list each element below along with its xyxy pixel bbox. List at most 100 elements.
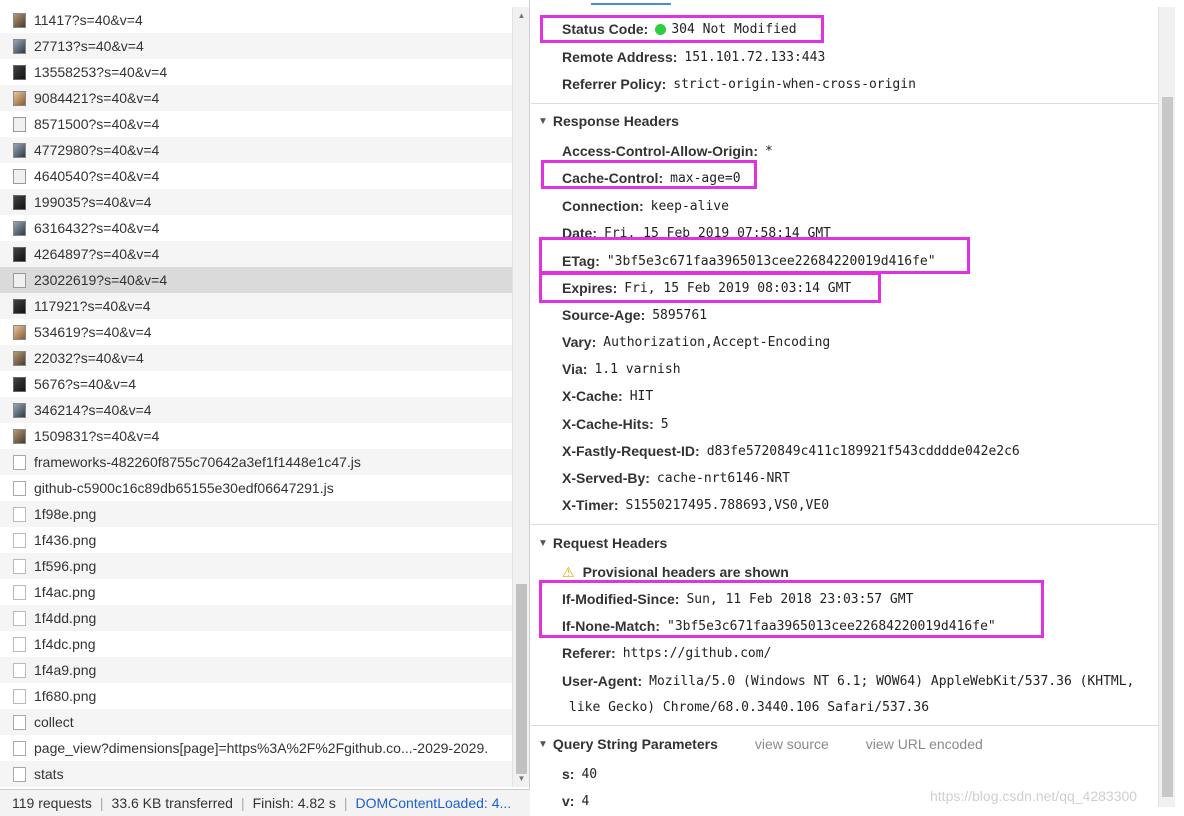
- request-row[interactable]: 8571500?s=40&v=4: [0, 111, 512, 137]
- divider: |: [99, 795, 104, 811]
- response-header-row: Access-Control-Allow-Origin: *: [562, 141, 773, 161]
- request-header-row: User-Agent: Mozilla/5.0 (Windows NT 6.1; …: [562, 671, 1134, 691]
- request-row[interactable]: 22032?s=40&v=4: [0, 345, 512, 371]
- scroll-down-icon[interactable]: ▼: [513, 770, 530, 787]
- request-row[interactable]: stats: [0, 761, 512, 787]
- request-row[interactable]: 1f4dc.png: [0, 631, 512, 657]
- request-row[interactable]: frameworks-482260f8755c70642a3ef1f1448e1…: [0, 449, 512, 475]
- request-row[interactable]: page_view?dimensions[page]=https%3A%2F%2…: [0, 735, 512, 761]
- avatar-icon: [13, 298, 26, 314]
- param-key: v:: [562, 793, 575, 809]
- scroll-up-icon[interactable]: ▲: [513, 7, 530, 24]
- blank-file-icon: [13, 714, 26, 730]
- header-value: *: [765, 143, 773, 159]
- divider: [531, 103, 1158, 104]
- request-row[interactable]: 23022619?s=40&v=4: [0, 267, 512, 293]
- response-header-row: X-Timer: S1550217495.788693,VS0,VE0: [562, 495, 829, 515]
- request-row[interactable]: collect: [0, 709, 512, 735]
- request-list: 11417?s=40&v=4 27713?s=40&v=4 13558253?s=4…: [0, 7, 512, 787]
- request-row[interactable]: 6316432?s=40&v=4: [0, 215, 512, 241]
- remote-address-row: Remote Address: 151.101.72.133:443: [562, 47, 825, 67]
- request-row[interactable]: 534619?s=40&v=4: [0, 319, 512, 345]
- status-code-key: Status Code:: [562, 21, 649, 37]
- emoji-image-icon: [13, 532, 26, 548]
- request-name: 1f436.png: [34, 532, 97, 548]
- response-headers-section-toggle[interactable]: ▼ Response Headers: [538, 110, 679, 132]
- referrer-policy-row: Referrer Policy: strict-origin-when-cros…: [562, 74, 916, 94]
- request-row[interactable]: 1f596.png: [0, 553, 512, 579]
- request-row[interactable]: 199035?s=40&v=4: [0, 189, 512, 215]
- status-code-row: Status Code: 304 Not Modified: [562, 19, 797, 39]
- header-key: Cache-Control:: [562, 170, 664, 186]
- request-row[interactable]: 1f4dd.png: [0, 605, 512, 631]
- avatar-icon: [13, 12, 26, 28]
- header-value: Mozilla/5.0 (Windows NT 6.1; WOW64) Appl…: [649, 673, 1135, 689]
- header-key: Date:: [562, 225, 598, 241]
- divider: [531, 725, 1158, 726]
- emoji-image-icon: [13, 662, 26, 678]
- request-name: github-c5900c16c89db65155e30edf06647291.…: [34, 480, 334, 496]
- scroll-thumb[interactable]: [516, 584, 527, 774]
- header-value: https://github.com/: [622, 645, 772, 661]
- request-headers-section-toggle[interactable]: ▼ Request Headers: [538, 532, 667, 554]
- avatar-icon: [13, 64, 26, 80]
- request-row[interactable]: 4264897?s=40&v=4: [0, 241, 512, 267]
- request-row[interactable]: 1f436.png: [0, 527, 512, 553]
- request-name: 23022619?s=40&v=4: [34, 272, 168, 288]
- request-row[interactable]: 117921?s=40&v=4: [0, 293, 512, 319]
- request-row[interactable]: 27713?s=40&v=4: [0, 33, 512, 59]
- header-value: HIT: [629, 388, 654, 404]
- request-row[interactable]: 346214?s=40&v=4: [0, 397, 512, 423]
- header-value: like Gecko) Chrome/68.0.3440.106 Safari/…: [569, 699, 930, 715]
- response-header-row: X-Cache: HIT: [562, 386, 653, 406]
- divider: |: [240, 795, 245, 811]
- header-value: "3bf5e3c671faa3965013cee22684220019d416f…: [606, 253, 936, 269]
- view-source-link[interactable]: view source: [755, 736, 829, 752]
- query-param-row: s: 40: [562, 764, 597, 784]
- divider: [531, 524, 1158, 525]
- request-row[interactable]: 11417?s=40&v=4: [0, 7, 512, 33]
- request-row[interactable]: 1f4ac.png: [0, 579, 512, 605]
- request-name: collect: [34, 714, 74, 730]
- response-header-row: Cache-Control: max-age=0: [562, 168, 741, 188]
- response-headers-title: Response Headers: [552, 113, 679, 129]
- request-row[interactable]: 1509831?s=40&v=4: [0, 423, 512, 449]
- avatar-icon: [13, 194, 26, 210]
- response-header-row: X-Cache-Hits: 5: [562, 414, 669, 434]
- request-name: 13558253?s=40&v=4: [34, 64, 168, 80]
- scroll-thumb[interactable]: [1162, 97, 1173, 797]
- header-value: Authorization,Accept-Encoding: [603, 334, 831, 350]
- request-row[interactable]: 1f4a9.png: [0, 657, 512, 683]
- request-row[interactable]: 9084421?s=40&v=4: [0, 85, 512, 111]
- header-key: ETag:: [562, 253, 600, 269]
- provisional-warning: ⚠ Provisional headers are shown: [562, 562, 796, 582]
- request-row[interactable]: 4640540?s=40&v=4: [0, 163, 512, 189]
- avatar-icon: [13, 246, 26, 262]
- request-name: 199035?s=40&v=4: [34, 194, 152, 210]
- headers-panel: Status Code: 304 Not Modified Remote Add…: [531, 0, 1184, 816]
- provisional-warning-text: Provisional headers are shown: [582, 564, 789, 580]
- request-name: 11417?s=40&v=4: [34, 12, 143, 28]
- headers-scrollbar[interactable]: [1158, 7, 1175, 807]
- request-count: 119 requests: [12, 795, 92, 811]
- warning-icon: ⚠: [562, 563, 575, 580]
- header-value: max-age=0: [670, 170, 741, 186]
- request-row[interactable]: 13558253?s=40&v=4: [0, 59, 512, 85]
- request-name: 4640540?s=40&v=4: [34, 168, 160, 184]
- request-row[interactable]: 4772980?s=40&v=4: [0, 137, 512, 163]
- response-header-row: Source-Age: 5895761: [562, 305, 707, 325]
- active-tab-indicator: [591, 0, 671, 5]
- query-params-section-toggle[interactable]: ▼ Query String Parameters view source vi…: [538, 733, 983, 755]
- transferred-size: 33.6 KB transferred: [111, 795, 233, 811]
- request-row[interactable]: github-c5900c16c89db65155e30edf06647291.…: [0, 475, 512, 501]
- collapse-triangle-icon: ▼: [538, 115, 548, 127]
- request-name: page_view?dimensions[page]=https%3A%2F%2…: [34, 740, 489, 756]
- request-row[interactable]: 5676?s=40&v=4: [0, 371, 512, 397]
- view-url-encoded-link[interactable]: view URL encoded: [866, 736, 983, 752]
- request-name: 1f4a9.png: [34, 662, 97, 678]
- request-name: 1f98e.png: [34, 506, 97, 522]
- header-value: keep-alive: [650, 198, 729, 214]
- request-row[interactable]: 1f98e.png: [0, 501, 512, 527]
- request-list-scrollbar[interactable]: ▲ ▼: [512, 7, 529, 787]
- request-row[interactable]: 1f680.png: [0, 683, 512, 709]
